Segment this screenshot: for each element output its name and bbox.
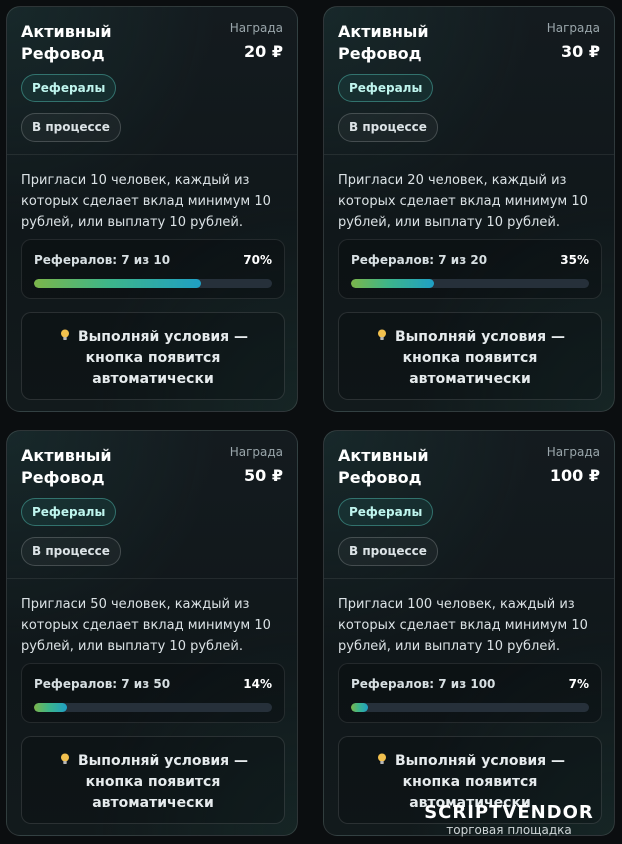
category-tag: Рефералы: [21, 74, 117, 102]
progress-label: Рефералов: 7 из 100: [351, 677, 496, 691]
bulb-icon: [60, 329, 69, 340]
hint-text: Выполняй условия — кнопка появится автом…: [77, 329, 249, 387]
achievement-card: Активный Рефовод Награда 100 ₽ Рефералы …: [323, 430, 615, 836]
card-title: Активный Рефовод: [338, 446, 429, 487]
hint-text: Выполняй условия — кнопка появится автом…: [394, 329, 566, 387]
progress-fill: [351, 279, 435, 288]
reward-label: Награда: [229, 445, 283, 459]
achievement-card: Активный Рефовод Награда 30 ₽ Рефералы В…: [323, 6, 615, 412]
reward-value: 20 ₽: [244, 42, 283, 61]
status-badge: В процессе: [338, 537, 438, 566]
divider: [7, 154, 297, 155]
task-description: Пригласи 20 человек, каждый из которых с…: [338, 173, 588, 230]
card-title: Активный Рефовод: [21, 22, 112, 63]
status-badge: В процессе: [21, 113, 121, 142]
progress-panel: Рефералов: 7 из 20 35%: [338, 239, 602, 299]
progress-percent: 14%: [243, 677, 272, 691]
category-tag: Рефералы: [338, 498, 434, 526]
hint-text: Выполняй условия — кнопка появится автом…: [77, 753, 249, 811]
hint-box: Выполняй условия — кнопка появится автом…: [338, 312, 602, 400]
category-tag: Рефералы: [21, 498, 117, 526]
progress-panel: Рефералов: 7 из 10 70%: [21, 239, 285, 299]
progress-label: Рефералов: 7 из 50: [34, 677, 171, 691]
watermark: SCRIPTVENDOR торговая площадка: [404, 803, 614, 838]
watermark-brand: SCRIPTVENDOR: [424, 802, 594, 823]
progress-percent: 35%: [560, 253, 589, 267]
progress-label: Рефералов: 7 из 10: [34, 253, 171, 267]
reward-label: Награда: [229, 21, 283, 35]
reward-value: 100 ₽: [549, 466, 600, 485]
status-badge: В процессе: [338, 113, 438, 142]
bulb-icon: [377, 753, 386, 764]
progress-track: [351, 279, 589, 288]
reward-label: Награда: [546, 21, 600, 35]
progress-fill: [34, 703, 68, 712]
progress-fill: [34, 279, 201, 288]
hint-box: Выполняй условия — кнопка появится автом…: [21, 312, 285, 400]
divider: [324, 154, 614, 155]
reward-value: 30 ₽: [561, 42, 600, 61]
hint-box: Выполняй условия — кнопка появится автом…: [21, 736, 285, 824]
bulb-icon: [377, 329, 386, 340]
divider: [7, 578, 297, 579]
progress-track: [34, 279, 272, 288]
card-title: Активный Рефовод: [21, 446, 112, 487]
achievements-grid: Активный Рефовод Награда 20 ₽ Рефералы В…: [0, 0, 622, 844]
progress-percent: 7%: [568, 677, 589, 691]
reward-value: 50 ₽: [244, 466, 283, 485]
card-title: Активный Рефовод: [338, 22, 429, 63]
task-description: Пригласи 50 человек, каждый из которых с…: [21, 597, 271, 654]
progress-percent: 70%: [243, 253, 272, 267]
achievement-card: Активный Рефовод Награда 20 ₽ Рефералы В…: [6, 6, 298, 412]
bulb-icon: [60, 753, 69, 764]
progress-panel: Рефералов: 7 из 50 14%: [21, 663, 285, 723]
progress-label: Рефералов: 7 из 20: [351, 253, 488, 267]
achievement-card: Активный Рефовод Награда 50 ₽ Рефералы В…: [6, 430, 298, 836]
status-badge: В процессе: [21, 537, 121, 566]
progress-track: [34, 703, 272, 712]
task-description: Пригласи 10 человек, каждый из которых с…: [21, 173, 271, 230]
reward-label: Награда: [546, 445, 600, 459]
task-description: Пригласи 100 человек, каждый из которых …: [338, 597, 588, 654]
progress-track: [351, 703, 589, 712]
divider: [324, 578, 614, 579]
watermark-subtitle: торговая площадка: [446, 823, 572, 837]
category-tag: Рефералы: [338, 74, 434, 102]
progress-fill: [351, 703, 368, 712]
progress-panel: Рефералов: 7 из 100 7%: [338, 663, 602, 723]
